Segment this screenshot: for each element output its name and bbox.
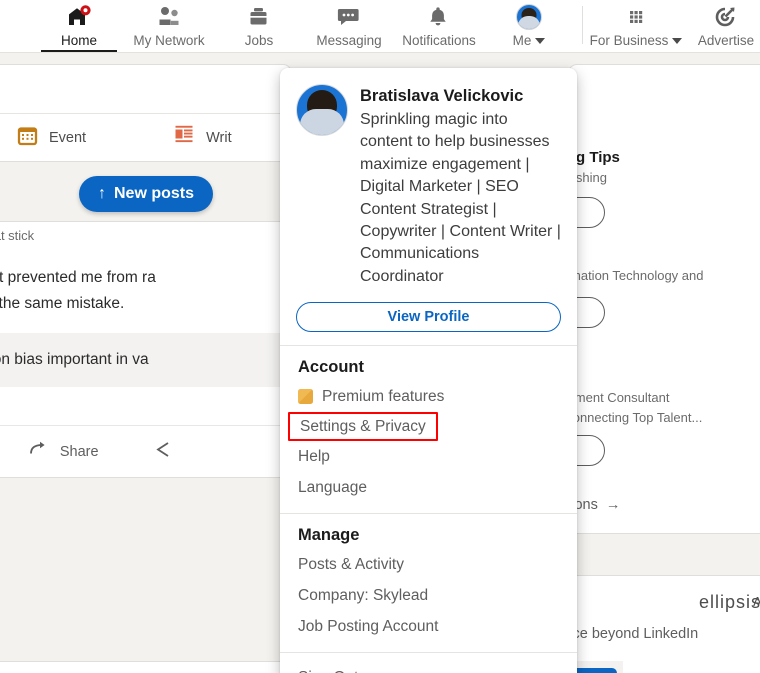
create-event-button[interactable]: Event: [17, 125, 86, 151]
briefcase-icon: [246, 4, 272, 29]
view-profile-button[interactable]: View Profile: [296, 302, 561, 333]
nav-label-my-network: My Network: [133, 33, 205, 48]
send-button[interactable]: [155, 441, 171, 462]
nav-item-messaging[interactable]: Messaging: [304, 0, 394, 52]
advertise-target-icon: [713, 4, 739, 29]
nav-label-notifications: Notifications: [402, 33, 476, 48]
nav-label-jobs: Jobs: [244, 33, 274, 48]
profile-headline: Sprinkling magic into content to help bu…: [360, 111, 561, 285]
menu-label-language: Language: [298, 479, 367, 497]
post-gap: [0, 387, 291, 425]
menu-item-language[interactable]: Language: [280, 472, 577, 503]
next-post-card: [0, 661, 292, 673]
create-post-box[interactable]: [0, 64, 292, 114]
ellipsis-icon[interactable]: ellipsis-icon: [699, 592, 760, 613]
account-section-title: Account: [298, 358, 364, 377]
nav-label-home: Home: [60, 33, 97, 48]
arrow-up-icon: ↑: [97, 185, 106, 202]
nav-primary-items: Home My Network Jobs Messaging Notificat…: [0, 0, 760, 52]
dropdown-profile-section: Bratislava Velickovic Sprinkling magic i…: [280, 68, 577, 288]
post-actions-bar: Comment Share: [0, 425, 291, 477]
nav-item-jobs[interactable]: Jobs: [214, 0, 304, 52]
nav-item-advertise[interactable]: Advertise: [681, 0, 760, 52]
feed-column: Event Writ ↑ New posts t stick t prevent…: [0, 53, 292, 673]
profile-avatar[interactable]: [296, 84, 348, 136]
nav-label-me-text: Me: [512, 33, 532, 48]
nav-label-advertise: Advertise: [697, 33, 755, 48]
menu-item-sign-out[interactable]: Sign Out: [280, 662, 577, 673]
share-label: Share: [59, 443, 99, 460]
calendar-icon: [17, 125, 38, 151]
post-body-line-1: e main things that prevented me from ra: [0, 269, 156, 286]
feed-post-card: ies create stories that stick e main thi…: [0, 221, 292, 478]
new-posts-button[interactable]: ↑ New posts: [78, 176, 213, 212]
menu-item-job-posting-account[interactable]: Job Posting Account: [280, 611, 577, 642]
nav-item-home[interactable]: Home: [34, 0, 124, 52]
me-avatar-image: [516, 3, 542, 30]
nav-item-for-business[interactable]: For Business: [590, 0, 683, 52]
create-event-label: Event: [49, 129, 87, 146]
add-to-feed-card: i keting Tips Publishing ow Information …: [521, 64, 760, 534]
nav-label-me: Me: [513, 32, 546, 49]
nav-item-me[interactable]: Me: [484, 0, 574, 52]
menu-label-company-skylead: Company: Skylead: [298, 587, 429, 605]
menu-label-sign-out: Sign Out: [298, 662, 358, 673]
post-subtitle: ies create stories that stick: [0, 228, 35, 243]
nav-item-notifications[interactable]: Notifications: [394, 0, 484, 52]
nav-label-for-business-text: For Business: [589, 33, 669, 48]
manage-section: Manage Posts & Activity Company: Skylead…: [280, 514, 577, 652]
write-article-button[interactable]: Writ: [174, 125, 232, 151]
me-dropdown-menu: Bratislava Velickovic Sprinkling magic i…: [280, 68, 577, 673]
post-body-line-2: ease don't make the same mistake.: [0, 295, 125, 312]
sign-out-section: Sign Out: [280, 653, 577, 673]
arrow-right-icon: →: [605, 497, 621, 513]
advertisement-card: Ad ellipsis-icon udience beyond LinkedIn…: [537, 575, 760, 673]
profile-name: Bratislava Velickovic: [360, 87, 524, 105]
share-button[interactable]: Share: [29, 440, 99, 463]
grid-icon: [624, 4, 648, 29]
article-icon: [174, 125, 195, 151]
menu-label-job-posting-account: Job Posting Account: [298, 618, 439, 636]
nav-label-for-business: For Business: [590, 32, 683, 49]
premium-badge-icon: [298, 389, 313, 405]
chevron-down-icon: [535, 38, 546, 45]
bell-icon: [426, 4, 452, 29]
menu-label-settings-and-privacy: Settings & Privacy: [300, 418, 426, 436]
menu-label-posts-and-activity: Posts & Activity: [298, 556, 404, 574]
nav-item-my-network[interactable]: My Network: [124, 0, 214, 52]
new-posts-label: New posts: [113, 185, 194, 202]
menu-item-settings-and-privacy[interactable]: Settings & Privacy: [288, 412, 438, 442]
linkedin-page: Home My Network Jobs Messaging Notificat…: [0, 0, 760, 673]
menu-item-help[interactable]: Help: [280, 441, 577, 472]
account-section: Account Premium features Settings & Priv…: [280, 346, 577, 513]
top-navigation-bar: Home My Network Jobs Messaging Notificat…: [0, 0, 760, 53]
manage-section-title: Manage: [298, 526, 360, 545]
right-rail-column: i keting Tips Publishing ow Information …: [521, 53, 760, 673]
home-icon: [66, 4, 92, 29]
avatar-icon: [516, 3, 542, 30]
menu-item-premium-features[interactable]: Premium features: [280, 381, 577, 412]
menu-item-posts-and-activity[interactable]: Posts & Activity: [280, 549, 577, 580]
message-bubble-icon: [336, 4, 362, 29]
share-arrow-icon: [29, 440, 51, 463]
post-quote: e effort justification bias important in…: [0, 333, 291, 387]
post-body: e main things that prevented me from ra …: [0, 243, 291, 333]
new-posts-wrapper: ↑ New posts: [0, 176, 292, 212]
send-icon: [155, 441, 171, 462]
people-icon: [156, 4, 182, 29]
post-action-row: Event Writ: [0, 113, 292, 162]
nav-label-messaging: Messaging: [316, 33, 382, 48]
menu-label-help: Help: [298, 448, 330, 466]
write-article-label: Writ: [206, 129, 232, 146]
nav-divider: [582, 6, 583, 44]
menu-item-company-skylead[interactable]: Company: Skylead: [280, 580, 577, 611]
menu-label-premium-features: Premium features: [322, 388, 445, 406]
